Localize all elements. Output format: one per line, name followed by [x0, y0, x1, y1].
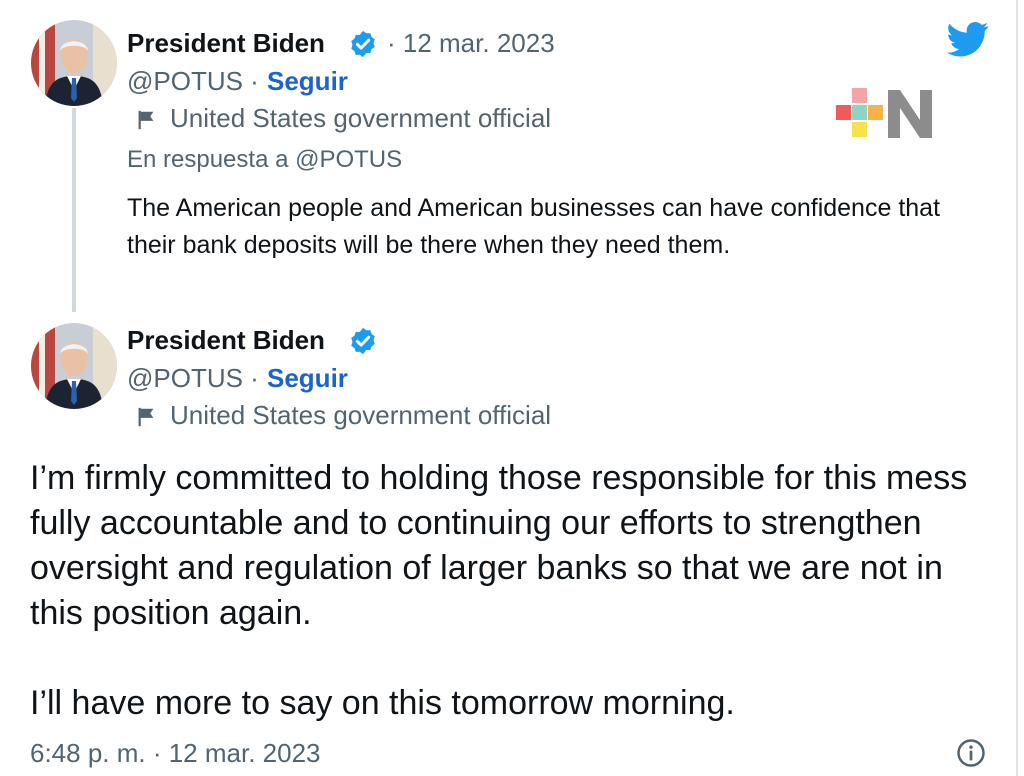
government-account-label: United States government official	[136, 400, 551, 431]
twitter-bird-icon[interactable]	[944, 18, 992, 60]
tweet-timestamp[interactable]: 6:48 p. m. · 12 mar. 2023	[30, 738, 321, 769]
flag-icon	[138, 110, 154, 130]
reply-to-label[interactable]: En respuesta a @POTUS	[127, 146, 402, 174]
thread-connector-line	[72, 108, 76, 312]
author-handle[interactable]: @POTUS ·	[127, 363, 259, 394]
avatar[interactable]	[31, 20, 117, 106]
avatar[interactable]	[31, 323, 117, 409]
info-icon[interactable]	[956, 738, 986, 768]
tweet-date[interactable]: · 12 mar. 2023	[387, 28, 555, 59]
account-label-text: United States government official	[170, 103, 552, 133]
government-account-label: United States government official	[136, 103, 551, 134]
follow-button[interactable]: Seguir	[267, 363, 348, 394]
verified-badge-icon	[351, 30, 375, 58]
follow-button[interactable]: Seguir	[267, 66, 348, 97]
author-name[interactable]: President Biden	[127, 28, 325, 59]
author-name[interactable]: President Biden	[127, 325, 325, 356]
tweet-paragraph: I’ll have more to say on this tomorrow m…	[30, 684, 735, 722]
parent-tweet-text: The American people and American busines…	[127, 194, 941, 259]
tweet-paragraph: I’m firmly committed to holding those re…	[30, 459, 968, 632]
tweet-text: I’m firmly committed to holding those re…	[30, 456, 1000, 726]
plus-n-logo	[836, 88, 932, 138]
embedded-tweet-card: President Biden · 12 mar. 2023 @POTUS · …	[0, 0, 1018, 776]
author-handle[interactable]: @POTUS ·	[127, 66, 259, 97]
flag-icon	[138, 407, 154, 427]
account-label-text: United States government official	[170, 400, 552, 430]
verified-badge-icon	[351, 327, 375, 355]
